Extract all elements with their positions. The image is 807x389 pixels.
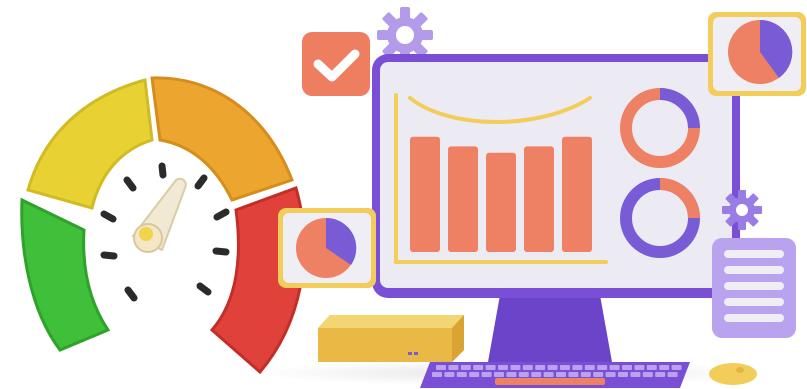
monitor-stand — [488, 295, 612, 362]
keyboard-key — [642, 372, 653, 377]
keyboard-key — [469, 372, 480, 377]
keyboard-key — [659, 365, 670, 370]
screen-bar — [448, 146, 478, 252]
keyboard-key — [448, 365, 459, 370]
pie-chart-icon — [708, 12, 806, 96]
keyboard-key — [580, 372, 591, 377]
screen-bar-chart — [410, 136, 592, 252]
keyboard-key — [535, 365, 546, 370]
keyboard-key — [522, 365, 533, 370]
analytics-illustration — [0, 0, 807, 389]
keyboard-key — [609, 365, 620, 370]
keyboard-key — [456, 372, 467, 377]
gauge-segment-green — [20, 197, 111, 352]
keyboard-key — [436, 365, 446, 370]
keyboard-key — [634, 365, 645, 370]
pie-chart-icon — [278, 208, 376, 288]
keyboard-key — [646, 365, 657, 370]
keyboard-key — [543, 372, 554, 377]
document-list-icon — [712, 238, 796, 338]
keyboard-key — [671, 365, 682, 370]
speedometer-gauge-icon — [20, 76, 306, 375]
keyboard-key — [444, 372, 455, 377]
screen-bar — [524, 146, 554, 252]
keyboard-key — [547, 365, 558, 370]
keyboard-key — [605, 372, 616, 377]
screen-bar — [486, 152, 516, 252]
keyboard-key — [531, 372, 542, 377]
keyboard-key — [655, 372, 666, 377]
keyboard-key — [510, 365, 521, 370]
keyboard-key — [498, 365, 508, 370]
keyboard-key — [572, 365, 583, 370]
keyboard-icon — [420, 362, 690, 388]
keyboard-key — [630, 372, 641, 377]
keyboard-key — [481, 372, 492, 377]
keyboard-key — [618, 372, 628, 377]
check-icon — [302, 32, 370, 96]
gauge-segment-orange — [150, 76, 294, 202]
keyboard-key — [460, 365, 471, 370]
screen-bar — [562, 136, 592, 252]
keyboard-key — [473, 365, 484, 370]
keyboard-key — [432, 372, 442, 377]
keyboard-key — [568, 372, 579, 377]
keyboard-key — [560, 365, 570, 370]
gear-icon — [722, 190, 762, 230]
keyboard-key — [494, 372, 504, 377]
keyboard-key — [593, 372, 604, 377]
keyboard-key — [584, 365, 595, 370]
mouse-icon — [709, 363, 757, 385]
keyboard-key — [597, 365, 608, 370]
keyboard-key — [518, 372, 529, 377]
keyboard-key — [667, 372, 678, 377]
computer-box-icon — [318, 315, 464, 362]
screen-bar — [410, 136, 440, 252]
keyboard-key — [622, 365, 632, 370]
keyboard-key — [485, 365, 496, 370]
keyboard-key — [556, 372, 566, 377]
keyboard-key — [506, 372, 517, 377]
